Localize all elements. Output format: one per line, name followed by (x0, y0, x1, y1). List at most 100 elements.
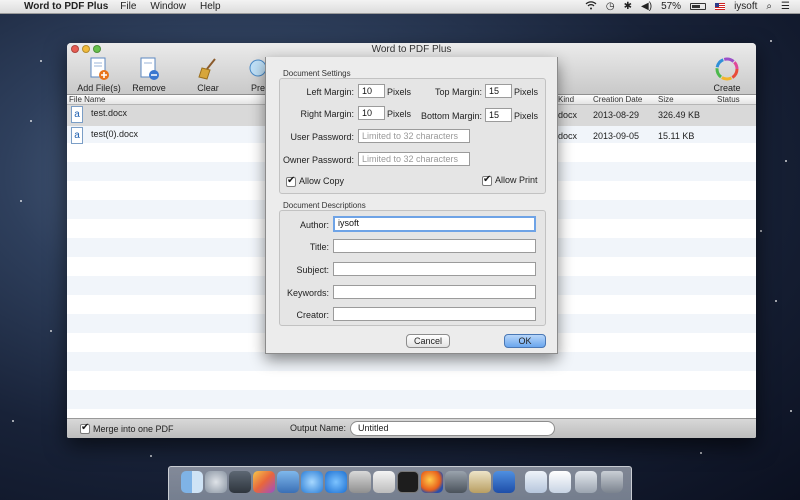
create-button[interactable]: Create (699, 57, 755, 93)
file-size-cell: 326.49 KB (658, 110, 701, 120)
downloads-stack-icon[interactable] (575, 471, 597, 493)
add-files-label: Add File(s) (77, 83, 121, 93)
window-title: Word to PDF Plus (371, 44, 452, 55)
remove-label: Remove (132, 83, 166, 93)
file-name-cell: test.docx (91, 108, 128, 118)
word-document-icon: a (71, 106, 83, 123)
firefox-icon[interactable] (421, 471, 443, 493)
finder-icon[interactable] (181, 471, 203, 493)
subject-field[interactable] (333, 262, 536, 276)
file-kind-cell: docx (558, 131, 578, 141)
bottom-margin-unit: Pixels (514, 111, 539, 121)
microsoft-word-icon[interactable] (493, 471, 515, 493)
add-files-button[interactable]: Add File(s) (71, 57, 127, 93)
file-date-cell: 2013-09-05 (593, 131, 640, 141)
input-source-flag-icon[interactable] (715, 3, 726, 10)
keywords-label: Keywords: (286, 288, 329, 298)
textedit-icon[interactable] (373, 471, 395, 493)
preview-app-icon[interactable] (349, 471, 371, 493)
bottom-margin-field[interactable]: 15 (485, 108, 512, 122)
battery-percent[interactable]: 57% (661, 1, 681, 12)
user-name[interactable]: iysoft (734, 1, 757, 12)
output-name-input[interactable]: Untitled (350, 421, 555, 436)
top-margin-label: Top Margin: (434, 87, 482, 97)
menu-help[interactable]: Help (200, 1, 221, 12)
document-settings-dialog: Document Settings Left Margin: 10 Pixels… (265, 57, 558, 354)
dock (168, 466, 632, 500)
bluetooth-icon[interactable]: ✱ (624, 1, 632, 12)
broom-icon (196, 57, 220, 81)
owner-password-label: Owner Password: (282, 155, 354, 165)
system-preferences-icon[interactable] (445, 471, 467, 493)
menu-window[interactable]: Window (150, 1, 186, 12)
mission-control-icon[interactable] (229, 471, 251, 493)
merge-label: Merge into one PDF (93, 423, 174, 434)
allow-copy-label: Allow Copy (299, 176, 345, 186)
user-password-label: User Password: (290, 132, 354, 142)
add-file-icon (87, 57, 111, 81)
title-field[interactable] (333, 239, 536, 253)
file-name-cell: test(0).docx (91, 129, 139, 139)
allow-copy-option[interactable]: Allow Copy (286, 175, 345, 187)
remove-button[interactable]: Remove (121, 57, 177, 93)
allow-print-option[interactable]: Allow Print (482, 174, 538, 186)
left-margin-unit: Pixels (387, 87, 412, 97)
top-margin-unit: Pixels (514, 87, 539, 97)
spotlight-icon[interactable]: ⌕ (766, 1, 772, 12)
cancel-button[interactable]: Cancel (406, 334, 450, 348)
battery-icon[interactable] (690, 3, 707, 10)
left-margin-label: Left Margin: (306, 87, 354, 97)
menu-file[interactable]: File (120, 1, 136, 12)
remove-file-icon (137, 57, 161, 81)
terminal-icon[interactable] (397, 471, 419, 493)
allow-print-checkbox[interactable] (482, 174, 492, 186)
user-password-field[interactable]: Limited to 32 characters (358, 129, 470, 143)
title-label: Title: (309, 242, 329, 252)
file-date-cell: 2013-08-29 (593, 110, 640, 120)
word-document-icon: a (71, 127, 83, 144)
clear-button[interactable]: Clear (180, 57, 236, 93)
ok-button[interactable]: OK (504, 334, 546, 348)
xcode-icon[interactable] (277, 471, 299, 493)
preview-label: Pre (250, 83, 265, 93)
right-margin-label: Right Margin: (300, 109, 354, 119)
top-margin-field[interactable]: 15 (485, 84, 512, 98)
mail-stack-icon[interactable] (549, 471, 571, 493)
creator-field[interactable] (333, 307, 536, 321)
app-store-icon[interactable] (325, 471, 347, 493)
column-status[interactable]: Status (717, 95, 740, 104)
menu-app-name[interactable]: Word to PDF Plus (24, 1, 108, 12)
author-field[interactable]: iysoft (333, 216, 536, 232)
launchpad-icon[interactable] (205, 471, 227, 493)
right-margin-field[interactable]: 10 (358, 106, 385, 120)
bottom-bar: Merge into one PDF Output Name: Untitled (67, 418, 756, 438)
create-label: Create (713, 83, 741, 93)
menu-bar: Word to PDF Plus File Window Help ◷ ✱ ◀)… (0, 0, 800, 14)
creator-label: Creator: (296, 310, 329, 320)
wifi-icon[interactable] (585, 0, 597, 13)
time-machine-icon[interactable]: ◷ (606, 1, 615, 12)
file-kind-cell: docx (558, 110, 578, 120)
subject-label: Subject: (296, 265, 329, 275)
itunes-icon[interactable] (301, 471, 323, 493)
merge-checkbox[interactable] (80, 422, 90, 434)
column-creation-date[interactable]: Creation Date (593, 95, 642, 104)
document-stack-icon[interactable] (525, 471, 547, 493)
volume-icon[interactable]: ◀) (641, 1, 652, 12)
allow-copy-checkbox[interactable] (286, 175, 296, 187)
notification-center-icon[interactable]: ☰ (781, 1, 790, 12)
column-file-name[interactable]: File Name (69, 95, 105, 104)
script-editor-icon[interactable] (469, 471, 491, 493)
owner-password-field[interactable]: Limited to 32 characters (358, 152, 470, 166)
trash-icon[interactable] (601, 471, 623, 493)
file-size-cell: 15.11 KB (658, 131, 695, 141)
create-pdf-icon (715, 57, 739, 81)
document-settings-title: Document Settings (283, 69, 351, 78)
photos-app-icon[interactable] (253, 471, 275, 493)
bottom-margin-label: Bottom Margin: (420, 111, 482, 121)
keywords-field[interactable] (333, 285, 536, 299)
clear-label: Clear (197, 83, 219, 93)
left-margin-field[interactable]: 10 (358, 84, 385, 98)
column-kind[interactable]: Kind (558, 95, 574, 104)
column-size[interactable]: Size (658, 95, 674, 104)
